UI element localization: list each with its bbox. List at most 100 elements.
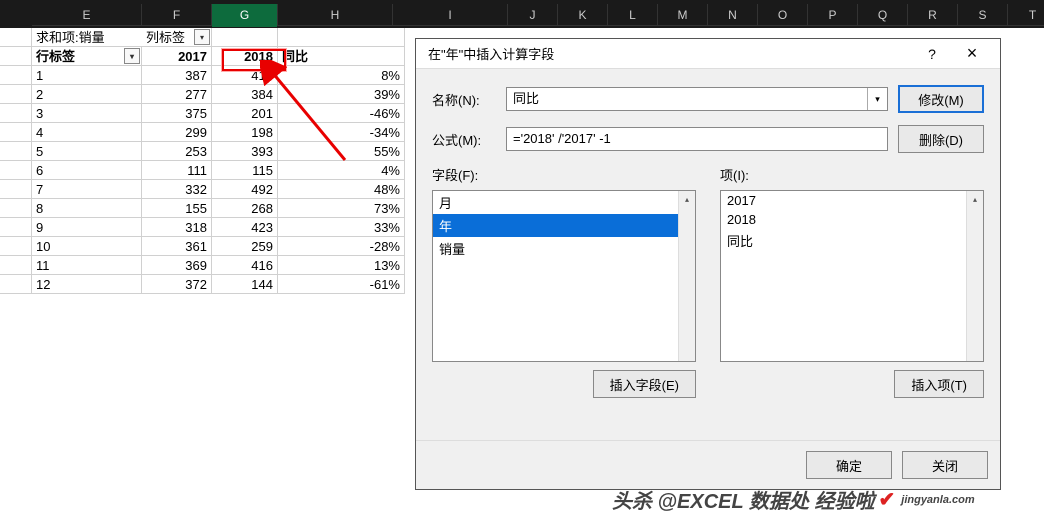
cell-2017: 375	[142, 104, 212, 123]
cell-2018: 144	[212, 275, 278, 294]
col-2018: 2018	[212, 47, 278, 66]
row-label: 7	[32, 180, 142, 199]
fields-label: 字段(F):	[432, 165, 696, 184]
row-label: 11	[32, 256, 142, 275]
scrollbar[interactable]: ▴	[966, 191, 983, 361]
cell-pct: -61%	[278, 275, 405, 294]
row-label: 10	[32, 237, 142, 256]
column-header-R[interactable]: R	[908, 4, 958, 26]
watermark: 头杀 @EXCEL 数据处 经验啦 ✔ jingyanla.com	[612, 485, 975, 514]
cell-pct: -28%	[278, 237, 405, 256]
column-header-I[interactable]: I	[393, 4, 508, 26]
modify-button[interactable]: 修改(M)	[898, 85, 984, 113]
cell-2017: 372	[142, 275, 212, 294]
column-header-G[interactable]: G	[212, 4, 278, 26]
formula-input[interactable]: ='2018' /'2017' -1	[506, 127, 888, 151]
row-label: 8	[32, 199, 142, 218]
cell-2018: 384	[212, 85, 278, 104]
column-header-F[interactable]: F	[142, 4, 212, 26]
pivot-row-label[interactable]: 行标签▾	[32, 47, 142, 66]
cell-2018: 268	[212, 199, 278, 218]
close-button[interactable]: ×	[952, 40, 992, 68]
column-header-L[interactable]: L	[608, 4, 658, 26]
cell-2017: 318	[142, 218, 212, 237]
row-label: 2	[32, 85, 142, 104]
column-header-P[interactable]: P	[808, 4, 858, 26]
cell-2017: 361	[142, 237, 212, 256]
cell-pct: 8%	[278, 66, 405, 85]
cell-pct: 33%	[278, 218, 405, 237]
field-item[interactable]: 年	[433, 214, 695, 237]
dialog-titlebar: 在"年"中插入计算字段 ? ×	[416, 39, 1000, 69]
row-label: 4	[32, 123, 142, 142]
row-label-dropdown[interactable]: ▾	[124, 48, 140, 64]
cell-2017: 111	[142, 161, 212, 180]
cell-2018: 198	[212, 123, 278, 142]
cell-pct: 13%	[278, 256, 405, 275]
cell-2017: 155	[142, 199, 212, 218]
cell-2018: 416	[212, 256, 278, 275]
column-header-T[interactable]: T	[1008, 4, 1044, 26]
dialog-title: 在"年"中插入计算字段	[428, 44, 912, 63]
cell-2018: 201	[212, 104, 278, 123]
column-header-O[interactable]: O	[758, 4, 808, 26]
cell-2018: 418	[212, 66, 278, 85]
formula-label: 公式(M):	[432, 130, 496, 149]
pivot-item[interactable]: 2018	[721, 210, 983, 229]
items-listbox[interactable]: 20172018同比 ▴	[720, 190, 984, 362]
items-label: 项(I):	[720, 165, 984, 184]
column-header-Q[interactable]: Q	[858, 4, 908, 26]
cell-pct: 48%	[278, 180, 405, 199]
ok-button[interactable]: 确定	[806, 451, 892, 479]
pivot-item[interactable]: 2017	[721, 191, 983, 210]
cell-2017: 332	[142, 180, 212, 199]
column-header-M[interactable]: M	[658, 4, 708, 26]
scrollbar[interactable]: ▴	[678, 191, 695, 361]
cell-pct: -46%	[278, 104, 405, 123]
cell-2017: 387	[142, 66, 212, 85]
fields-listbox[interactable]: 月年销量 ▴	[432, 190, 696, 362]
column-header-S[interactable]: S	[958, 4, 1008, 26]
name-input[interactable]: 同比 ▾	[506, 87, 888, 111]
cell-pct: 73%	[278, 199, 405, 218]
name-dropdown-icon[interactable]: ▾	[867, 88, 887, 110]
insert-item-button[interactable]: 插入项(T)	[894, 370, 984, 398]
column-header-K[interactable]: K	[558, 4, 608, 26]
close-dialog-button[interactable]: 关闭	[902, 451, 988, 479]
column-header-N[interactable]: N	[708, 4, 758, 26]
cell-pct: -34%	[278, 123, 405, 142]
col-ratio: 同比	[278, 47, 405, 66]
delete-button[interactable]: 删除(D)	[898, 125, 984, 153]
cell-2018: 393	[212, 142, 278, 161]
field-item[interactable]: 月	[433, 191, 695, 214]
cell-2017: 253	[142, 142, 212, 161]
cell-2018: 423	[212, 218, 278, 237]
cell-2017: 369	[142, 256, 212, 275]
help-button[interactable]: ?	[912, 40, 952, 68]
calc-item-dialog: 在"年"中插入计算字段 ? × 名称(N): 同比 ▾ 修改(M) 公式(M):…	[415, 38, 1001, 490]
col-2017: 2017	[142, 47, 212, 66]
row-label: 3	[32, 104, 142, 123]
row-label: 12	[32, 275, 142, 294]
cell-pct: 4%	[278, 161, 405, 180]
pivot-item[interactable]: 同比	[721, 229, 983, 252]
column-header-H[interactable]: H	[278, 4, 393, 26]
cell-2018: 115	[212, 161, 278, 180]
insert-field-button[interactable]: 插入字段(E)	[593, 370, 696, 398]
pivot-corner: 求和项:销量	[32, 28, 142, 47]
cell-2017: 277	[142, 85, 212, 104]
row-label: 5	[32, 142, 142, 161]
cell-pct: 55%	[278, 142, 405, 161]
column-header-J[interactable]: J	[508, 4, 558, 26]
row-label: 9	[32, 218, 142, 237]
col-label-dropdown[interactable]: ▾	[194, 29, 210, 45]
cell-pct: 39%	[278, 85, 405, 104]
cell-2018: 492	[212, 180, 278, 199]
pivot-col-label[interactable]: 列标签▾	[142, 28, 212, 47]
row-label: 1	[32, 66, 142, 85]
column-header-E[interactable]: E	[32, 4, 142, 26]
field-item[interactable]: 销量	[433, 237, 695, 260]
row-label: 6	[32, 161, 142, 180]
cell-2017: 299	[142, 123, 212, 142]
cell-2018: 259	[212, 237, 278, 256]
